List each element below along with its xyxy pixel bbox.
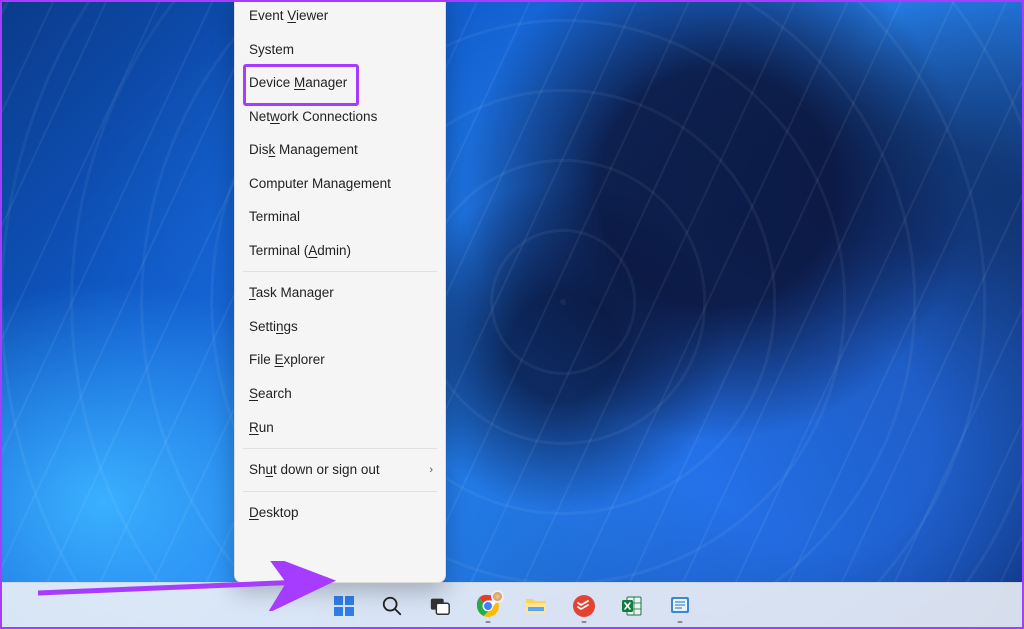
menu-item-file-explorer[interactable]: File Explorer — [235, 343, 445, 377]
menu-item-label: Terminal (Admin) — [249, 243, 351, 258]
menu-item-task-manager[interactable]: Task Manager — [235, 276, 445, 310]
menu-item-computer-management[interactable]: Computer Management — [235, 167, 445, 201]
menu-item-terminal-admin[interactable]: Terminal (Admin) — [235, 234, 445, 268]
file-explorer-button[interactable] — [516, 586, 556, 626]
taskbar — [0, 582, 1024, 629]
menu-item-label: Device Manager — [249, 75, 347, 90]
menu-item-label: Task Manager — [249, 285, 334, 300]
search-icon — [381, 595, 403, 617]
menu-item-label: Desktop — [249, 505, 299, 520]
menu-item-device-manager[interactable]: Device Manager — [235, 66, 445, 100]
menu-item-settings[interactable]: Settings — [235, 310, 445, 344]
menu-item-system[interactable]: System — [235, 33, 445, 67]
excel-icon — [620, 594, 644, 618]
menu-item-terminal[interactable]: Terminal — [235, 200, 445, 234]
menu-item-run[interactable]: Run — [235, 411, 445, 445]
file-explorer-icon — [524, 595, 548, 617]
menu-item-desktop[interactable]: Desktop — [235, 496, 445, 530]
menu-item-network-connections[interactable]: Network Connections — [235, 100, 445, 134]
winx-context-menu: Event Viewer System Device Manager Network … — [234, 0, 446, 583]
task-view-icon — [429, 595, 451, 617]
todoist-button[interactable] — [564, 586, 604, 626]
menu-item-label: Settings — [249, 319, 298, 334]
menu-item-label: Run — [249, 420, 274, 435]
menu-item-label: Search — [249, 386, 292, 401]
chrome-button[interactable] — [468, 586, 508, 626]
menu-item-event-viewer[interactable]: Event Viewer — [235, 0, 445, 33]
wordpad-button[interactable] — [660, 586, 700, 626]
menu-item-label: Event Viewer — [249, 8, 328, 23]
menu-item-label: System — [249, 42, 294, 57]
menu-item-label: Computer Management — [249, 176, 391, 191]
start-button[interactable] — [324, 586, 364, 626]
excel-button[interactable] — [612, 586, 652, 626]
task-view-button[interactable] — [420, 586, 460, 626]
todoist-icon — [572, 594, 596, 618]
search-button[interactable] — [372, 586, 412, 626]
menu-separator — [243, 448, 437, 449]
desktop-wallpaper — [0, 0, 1024, 629]
menu-item-label: Shut down or sign out — [249, 462, 380, 477]
menu-item-label: File Explorer — [249, 352, 325, 367]
menu-item-label: Terminal — [249, 209, 300, 224]
wordpad-icon — [668, 595, 692, 617]
chrome-profile-badge — [491, 590, 504, 603]
menu-separator — [243, 271, 437, 272]
menu-item-shut-down-or-sign-out[interactable]: Shut down or sign out › — [235, 453, 445, 487]
menu-item-disk-management[interactable]: Disk Management — [235, 133, 445, 167]
menu-item-label: Network Connections — [249, 109, 377, 124]
chevron-right-icon: › — [429, 463, 433, 477]
menu-item-search[interactable]: Search — [235, 377, 445, 411]
menu-item-label: Disk Management — [249, 142, 358, 157]
menu-separator — [243, 491, 437, 492]
